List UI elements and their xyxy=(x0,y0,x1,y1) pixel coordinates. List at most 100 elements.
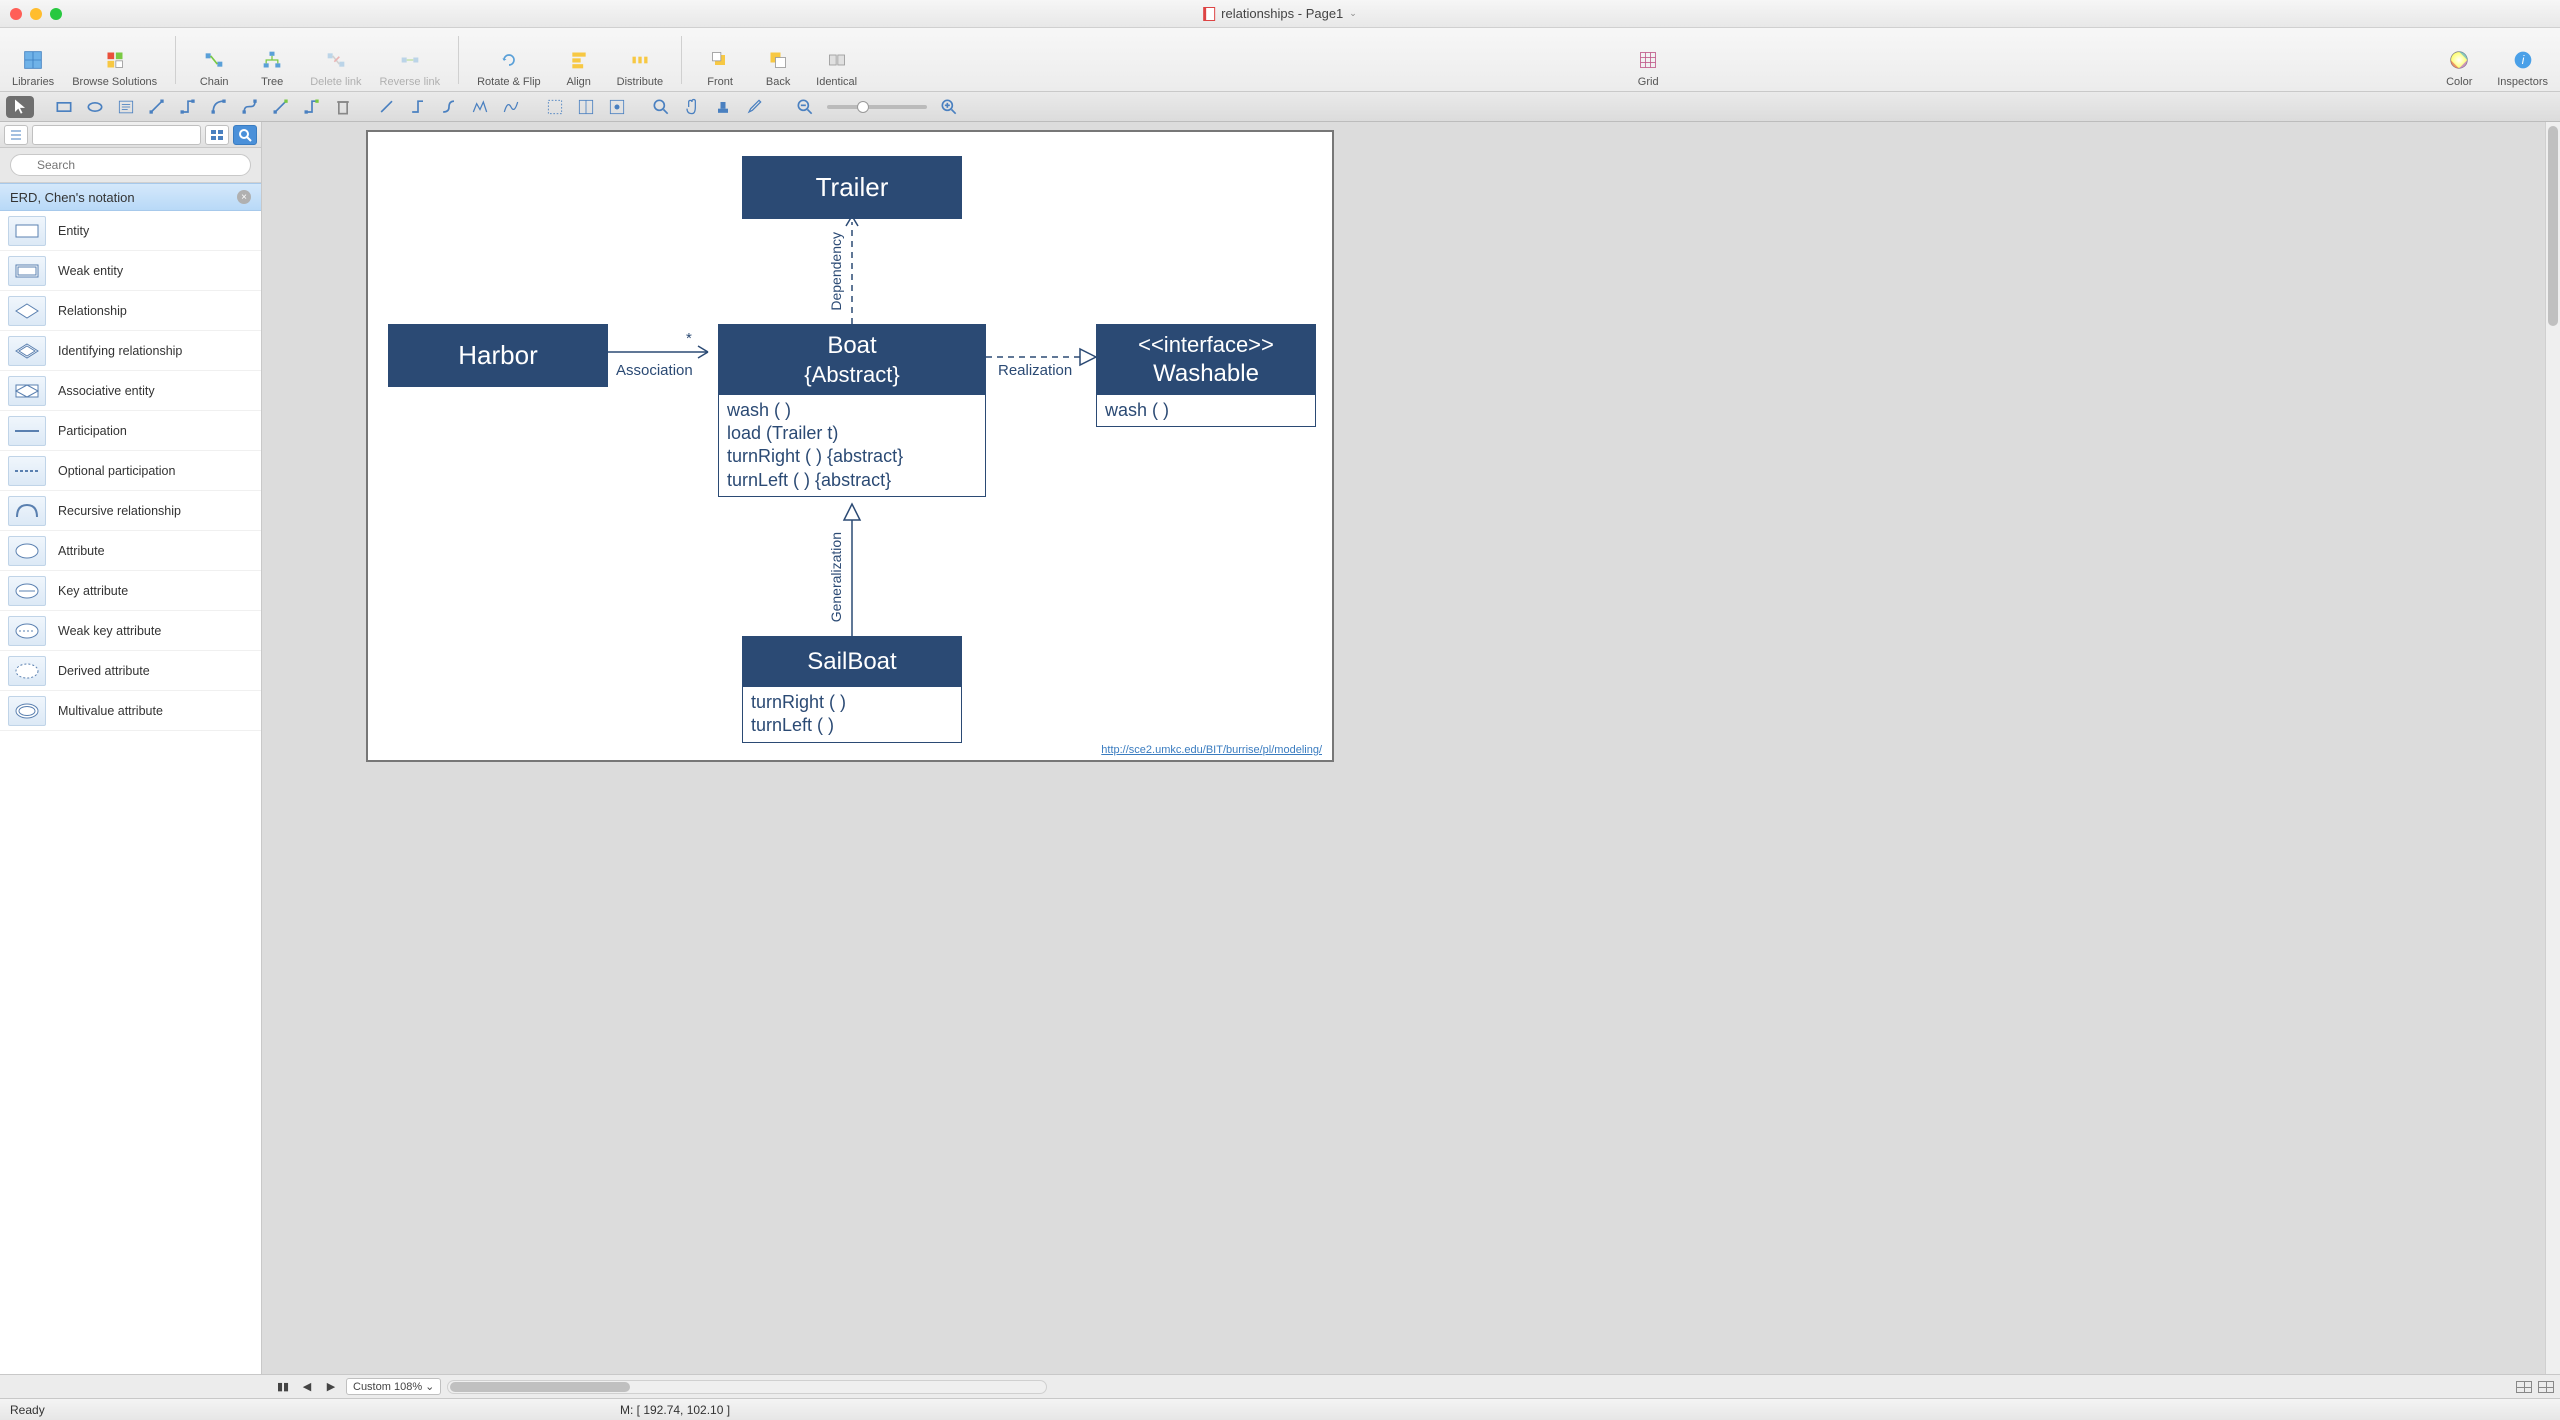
line-tool-4[interactable] xyxy=(466,96,494,118)
connector-tool-2[interactable] xyxy=(174,96,202,118)
minimize-window-button[interactable] xyxy=(30,8,42,20)
reverse-link-button[interactable]: Reverse link xyxy=(376,32,445,88)
chain-button[interactable]: Chain xyxy=(190,32,238,88)
shape-item-label: Multivalue attribute xyxy=(58,704,163,718)
pan-tool[interactable] xyxy=(678,96,706,118)
title-bar: relationships - Page1 ⌄ xyxy=(0,0,2560,28)
identical-button[interactable]: Identical xyxy=(812,32,861,88)
shape-item[interactable]: Multivalue attribute xyxy=(0,691,261,731)
status-mouse-coords: M: [ 192.74, 102.10 ] xyxy=(620,1403,730,1417)
class-trailer-title: Trailer xyxy=(743,157,961,218)
sidebar-path-field[interactable] xyxy=(32,125,201,145)
class-sailboat-body: turnRight ( )turnLeft ( ) xyxy=(743,687,961,742)
class-boat[interactable]: Boat {Abstract} wash ( )load (Trailer t)… xyxy=(718,324,986,497)
ellipse-tool[interactable] xyxy=(81,96,109,118)
zoom-out-button[interactable] xyxy=(791,96,819,118)
shape-thumb-icon xyxy=(8,296,46,326)
shape-thumb-icon xyxy=(8,536,46,566)
line-tool-3[interactable] xyxy=(435,96,463,118)
color-button[interactable]: Color xyxy=(2435,32,2483,88)
connector-tool-1[interactable] xyxy=(143,96,171,118)
shape-item[interactable]: Associative entity xyxy=(0,371,261,411)
connector-tool-3[interactable] xyxy=(205,96,233,118)
front-button[interactable]: Front xyxy=(696,32,744,88)
pointer-tool[interactable] xyxy=(6,96,34,118)
grid-button[interactable]: Grid xyxy=(1624,32,1672,88)
horizontal-scrollbar[interactable] xyxy=(447,1380,1047,1394)
page-next-button[interactable]: ▶ xyxy=(322,1378,340,1396)
diagram-page[interactable]: Trailer Harbor Boat {Abstract} wash ( )l… xyxy=(366,130,1334,762)
diagram-footer-link[interactable]: http://sce2.umkc.edu/BIT/burrise/pl/mode… xyxy=(1101,744,1322,756)
zoom-tool[interactable] xyxy=(647,96,675,118)
shape-item[interactable]: Relationship xyxy=(0,291,261,331)
sidebar-section-header[interactable]: ERD, Chen's notation × xyxy=(0,183,261,211)
back-button[interactable]: Back xyxy=(754,32,802,88)
shape-thumb-icon xyxy=(8,416,46,446)
layout-icon-1[interactable] xyxy=(2516,1381,2532,1393)
page-prev-button[interactable]: ◀ xyxy=(298,1378,316,1396)
chevron-down-icon[interactable]: ⌄ xyxy=(1349,8,1357,19)
delete-link-button[interactable]: Delete link xyxy=(306,32,365,88)
shape-item-label: Key attribute xyxy=(58,584,128,598)
snap-tool-3[interactable] xyxy=(603,96,631,118)
tree-button[interactable]: Tree xyxy=(248,32,296,88)
libraries-button[interactable]: Libraries xyxy=(8,32,58,88)
pause-icon[interactable]: ▮▮ xyxy=(274,1378,292,1396)
zoom-slider[interactable] xyxy=(827,105,927,109)
sidebar-list-button[interactable] xyxy=(4,125,28,145)
connector-tool-4[interactable] xyxy=(236,96,264,118)
align-button[interactable]: Align xyxy=(555,32,603,88)
rotate-flip-button[interactable]: Rotate & Flip xyxy=(473,32,545,88)
shape-item-label: Weak entity xyxy=(58,264,123,278)
connector-tool-5[interactable] xyxy=(267,96,295,118)
text-tool[interactable] xyxy=(112,96,140,118)
close-window-button[interactable] xyxy=(10,8,22,20)
sidebar-section-title: ERD, Chen's notation xyxy=(10,190,135,205)
multiplicity-star: * xyxy=(686,330,692,347)
class-trailer[interactable]: Trailer xyxy=(742,156,962,219)
shape-item[interactable]: Entity xyxy=(0,211,261,251)
shape-item[interactable]: Recursive relationship xyxy=(0,491,261,531)
snap-tool-1[interactable] xyxy=(541,96,569,118)
browse-solutions-button[interactable]: Browse Solutions xyxy=(68,32,161,88)
distribute-button[interactable]: Distribute xyxy=(613,32,667,88)
shape-thumb-icon xyxy=(8,376,46,406)
shape-item[interactable]: Key attribute xyxy=(0,571,261,611)
connector-tool-6[interactable] xyxy=(298,96,326,118)
sidebar-grid-view-button[interactable] xyxy=(205,125,229,145)
sidebar-search-input[interactable] xyxy=(10,154,251,176)
label-generalization: Generalization xyxy=(828,532,844,622)
line-tool-5[interactable] xyxy=(497,96,525,118)
close-section-icon[interactable]: × xyxy=(237,190,251,204)
shape-item[interactable]: Derived attribute xyxy=(0,651,261,691)
vertical-scrollbar[interactable] xyxy=(2545,122,2560,1374)
inspectors-button[interactable]: i Inspectors xyxy=(2493,32,2552,88)
main-toolbar: Libraries Browse Solutions Chain Tree De… xyxy=(0,28,2560,92)
shape-thumb-icon xyxy=(8,656,46,686)
zoom-window-button[interactable] xyxy=(50,8,62,20)
zoom-custom-label[interactable]: Custom 108% ⌄ xyxy=(346,1378,441,1395)
sidebar-search-toggle[interactable] xyxy=(233,125,257,145)
stamp-tool[interactable] xyxy=(709,96,737,118)
canvas-scroll[interactable]: Trailer Harbor Boat {Abstract} wash ( )l… xyxy=(262,122,2560,1374)
delete-tool[interactable] xyxy=(329,96,357,118)
shape-item[interactable]: Weak key attribute xyxy=(0,611,261,651)
shape-item[interactable]: Optional participation xyxy=(0,451,261,491)
shape-item[interactable]: Participation xyxy=(0,411,261,451)
line-tool-1[interactable] xyxy=(373,96,401,118)
class-washable[interactable]: <<interface>> Washable wash ( ) xyxy=(1096,324,1316,427)
window-traffic-lights xyxy=(10,8,62,20)
shape-item[interactable]: Weak entity xyxy=(0,251,261,291)
class-sailboat[interactable]: SailBoat turnRight ( )turnLeft ( ) xyxy=(742,636,962,743)
line-tool-2[interactable] xyxy=(404,96,432,118)
shape-item-label: Optional participation xyxy=(58,464,175,478)
rect-tool[interactable] xyxy=(50,96,78,118)
zoom-in-button[interactable] xyxy=(935,96,963,118)
shape-item[interactable]: Identifying relationship xyxy=(0,331,261,371)
layout-icon-2[interactable] xyxy=(2538,1381,2554,1393)
snap-tool-2[interactable] xyxy=(572,96,600,118)
shape-thumb-icon xyxy=(8,696,46,726)
eyedropper-tool[interactable] xyxy=(740,96,768,118)
class-harbor[interactable]: Harbor xyxy=(388,324,608,387)
shape-item[interactable]: Attribute xyxy=(0,531,261,571)
